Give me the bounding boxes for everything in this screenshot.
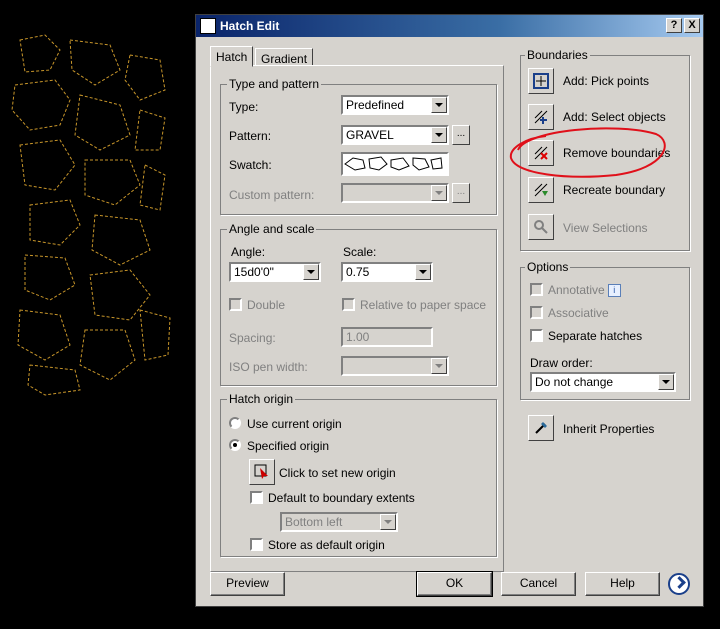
double-checkbox[interactable] xyxy=(229,298,242,311)
cancel-button[interactable]: Cancel xyxy=(501,572,576,596)
pattern-value: GRAVEL xyxy=(346,128,394,142)
pattern-select[interactable]: GRAVEL xyxy=(341,125,449,145)
separate-hatches-checkbox[interactable] xyxy=(530,329,543,342)
gravel-swatch-icon xyxy=(344,156,443,171)
scale-label: Scale: xyxy=(343,245,377,259)
annotative-label: Annotative i xyxy=(548,283,621,298)
red-annotation-ellipse xyxy=(509,127,666,178)
set-origin-button[interactable] xyxy=(249,459,275,485)
draw-order-label: Draw order: xyxy=(530,356,593,370)
pattern-label: Pattern: xyxy=(229,129,272,143)
associative-checkbox[interactable] xyxy=(530,306,543,319)
spacing-input[interactable]: 1.00 xyxy=(341,327,433,347)
default-extents-label: Default to boundary extents xyxy=(268,491,415,505)
scale-select[interactable]: 0.75 xyxy=(341,262,433,282)
title-bar: Hatch Edit ? X xyxy=(196,15,703,37)
add-pick-points-label: Add: Pick points xyxy=(563,74,650,88)
window-title: Hatch Edit xyxy=(220,19,280,33)
close-title-button[interactable]: X xyxy=(684,18,700,33)
annotative-checkbox[interactable] xyxy=(530,283,543,296)
specified-origin-radio[interactable] xyxy=(229,439,241,451)
chevron-down-icon xyxy=(431,185,447,201)
magnifier-icon xyxy=(534,220,548,234)
annotative-text: Annotative xyxy=(548,283,605,297)
separate-hatches-label: Separate hatches xyxy=(548,329,643,343)
add-pick-points-button[interactable] xyxy=(528,68,554,94)
use-current-origin-radio[interactable] xyxy=(229,417,241,429)
custom-pattern-browse-button[interactable]: ... xyxy=(452,183,470,203)
use-current-origin-label: Use current origin xyxy=(247,417,342,431)
pattern-swatch[interactable] xyxy=(341,152,449,176)
type-select[interactable]: Predefined xyxy=(341,95,449,115)
chevron-down-icon xyxy=(431,97,447,113)
hatch-app-icon xyxy=(200,18,216,34)
draw-order-select[interactable]: Do not change xyxy=(530,372,676,392)
set-origin-label: Click to set new origin xyxy=(279,466,396,480)
extents-select[interactable]: Bottom left xyxy=(280,512,398,532)
iso-pen-label: ISO pen width: xyxy=(229,360,308,374)
store-default-checkbox[interactable] xyxy=(250,538,263,551)
ok-button[interactable]: OK xyxy=(416,571,493,597)
double-label: Double xyxy=(247,298,286,312)
angle-value: 15d0'0" xyxy=(234,265,274,279)
chevron-down-icon xyxy=(658,374,674,390)
chevron-down-icon xyxy=(415,264,431,280)
store-default-label: Store as default origin xyxy=(268,538,385,552)
relative-paper-label: Relative to paper space xyxy=(360,298,487,312)
draw-order-value: Do not change xyxy=(535,375,614,389)
relative-paper-checkbox[interactable] xyxy=(342,298,355,311)
chevron-down-icon xyxy=(303,264,319,280)
paintbrush-icon xyxy=(535,422,547,434)
help-title-button[interactable]: ? xyxy=(666,18,682,33)
angle-select[interactable]: 15d0'0" xyxy=(229,262,321,282)
type-pattern-title: Type and pattern xyxy=(227,77,322,91)
spacing-label: Spacing: xyxy=(229,331,276,345)
inherit-properties-label: Inherit Properties xyxy=(563,422,655,436)
hatch-origin-title: Hatch origin xyxy=(227,392,296,406)
hatch-edit-dialog: Hatch Edit ? X Hatch Gradient Type and p… xyxy=(195,14,704,607)
pattern-browse-button[interactable]: ... xyxy=(452,125,470,145)
info-icon[interactable]: i xyxy=(607,284,621,298)
custom-pattern-label: Custom pattern: xyxy=(229,188,315,202)
tab-gradient[interactable]: Gradient xyxy=(255,48,314,66)
recreate-boundary-icon xyxy=(534,183,548,197)
boundaries-title: Boundaries xyxy=(525,48,590,62)
angle-label: Angle: xyxy=(231,245,266,259)
pick-points-icon xyxy=(533,73,549,89)
recreate-boundary-label: Recreate boundary xyxy=(563,183,666,197)
view-selections-button[interactable] xyxy=(528,214,554,240)
specified-origin-label: Specified origin xyxy=(247,439,330,453)
more-options-icon[interactable] xyxy=(668,573,690,595)
recreate-boundary-button[interactable] xyxy=(528,177,554,203)
default-extents-checkbox[interactable] xyxy=(250,491,263,504)
chevron-down-icon xyxy=(431,127,447,143)
cad-hatch-drawing xyxy=(11,34,171,396)
help-button[interactable]: Help xyxy=(585,572,660,596)
inherit-properties-button[interactable] xyxy=(528,415,554,441)
options-title: Options xyxy=(525,260,571,274)
view-selections-label: View Selections xyxy=(563,221,648,235)
preview-button[interactable]: Preview xyxy=(210,572,285,596)
chevron-down-icon xyxy=(380,514,396,530)
pick-origin-icon xyxy=(254,464,268,479)
tab-hatch[interactable]: Hatch xyxy=(210,46,254,67)
extents-value: Bottom left xyxy=(285,515,343,529)
associative-label: Associative xyxy=(548,306,609,320)
type-label: Type: xyxy=(229,100,259,114)
swatch-label: Swatch: xyxy=(229,158,272,172)
type-value: Predefined xyxy=(346,98,405,112)
iso-pen-select[interactable] xyxy=(341,356,449,376)
scale-value: 0.75 xyxy=(346,265,370,279)
chevron-down-icon xyxy=(431,358,447,374)
angle-scale-title: Angle and scale xyxy=(227,222,317,236)
custom-pattern-select[interactable] xyxy=(341,183,449,203)
